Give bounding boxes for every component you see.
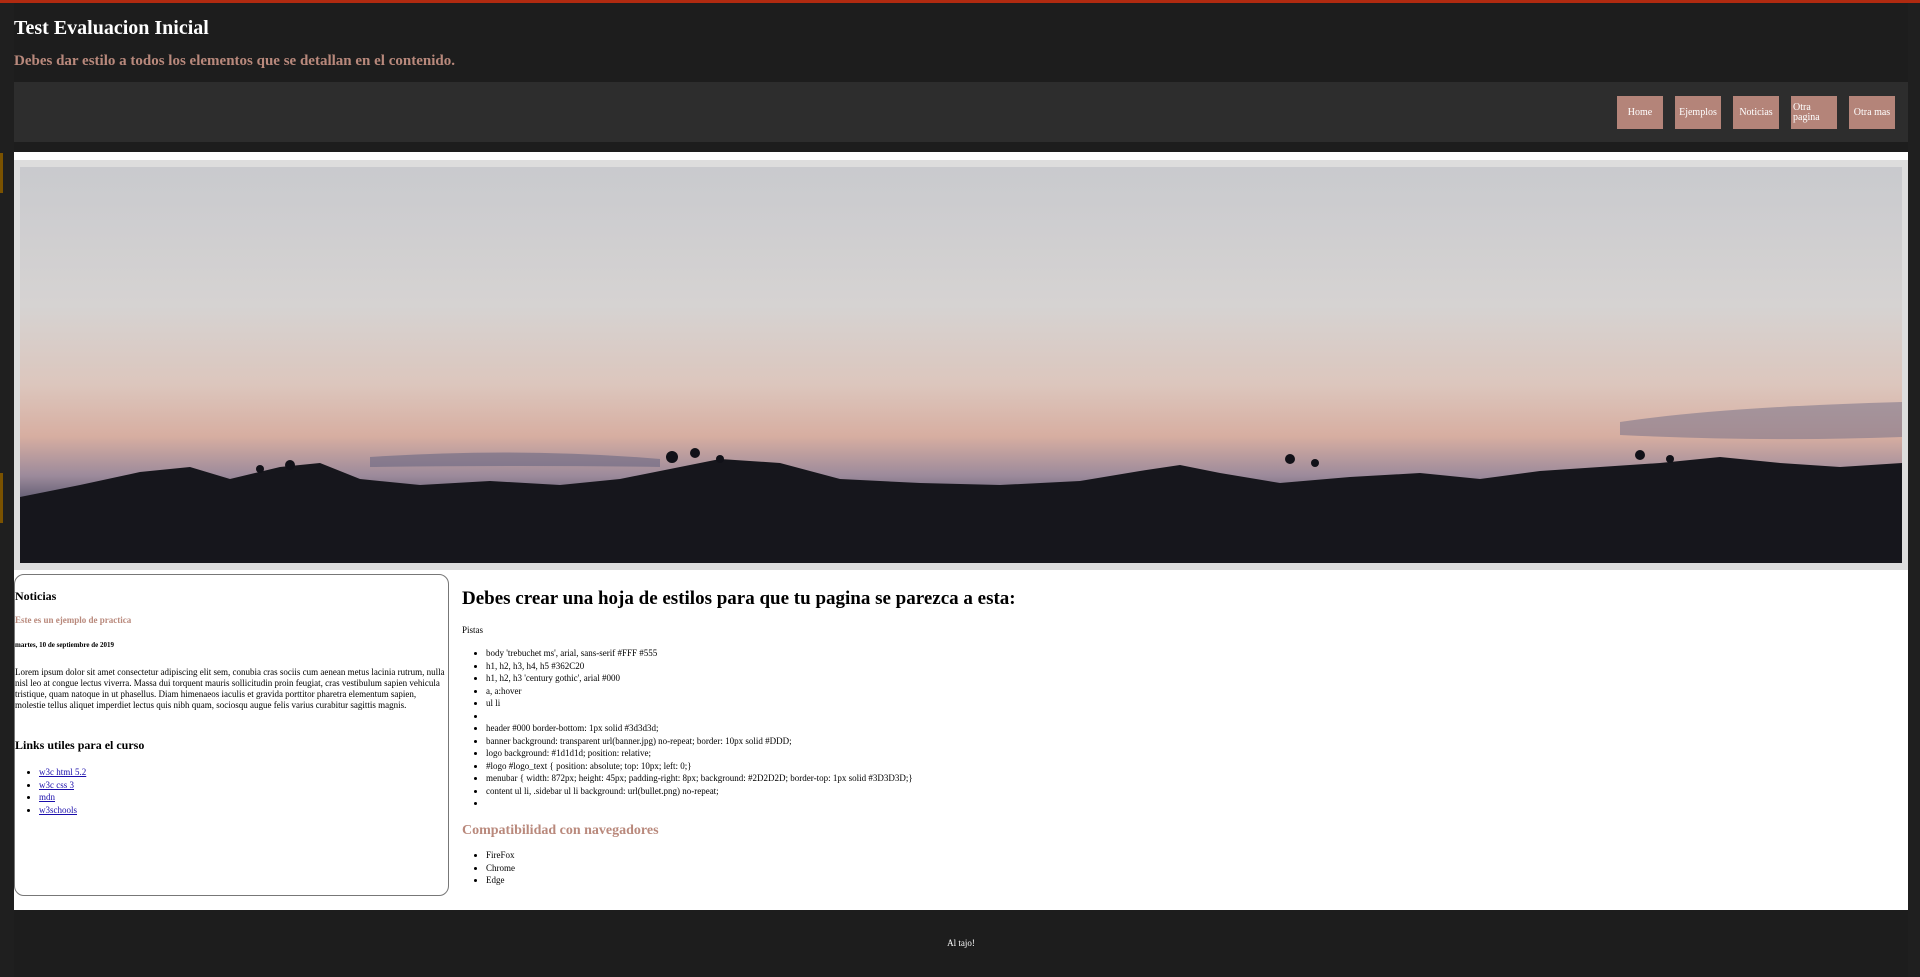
edge-mark (0, 473, 3, 523)
menu-item-noticias[interactable]: Noticias (1733, 96, 1779, 129)
list-item: #logo #logo_text { position: absolute; t… (486, 760, 913, 773)
list-item: Chrome (486, 862, 515, 875)
list-item: h1, h2, h3, h4, h5 #362C20 (486, 660, 913, 673)
site-footer: Al tajo! (14, 910, 1908, 977)
site-title: Test Evaluacion Inicial (14, 17, 209, 39)
list-item: ul li (486, 697, 913, 710)
news-body: Lorem ipsum dolor sit amet consectetur a… (15, 667, 445, 710)
link-w3c-html[interactable]: w3c html 5.2 (39, 767, 86, 777)
link-w3c-css[interactable]: w3c css 3 (39, 780, 74, 790)
hints-list: body 'trebuchet ms', arial, sans-serif #… (462, 647, 913, 810)
list-item: body 'trebuchet ms', arial, sans-serif #… (486, 647, 913, 660)
sidebar-heading: Noticias (15, 589, 57, 603)
edge-mark (0, 153, 3, 193)
list-item: banner background: transparent url(banne… (486, 735, 913, 748)
list-item (486, 710, 913, 723)
page-wrapper: Test Evaluacion Inicial Debes dar estilo… (14, 3, 1908, 977)
main-menu: Home Ejemplos Noticias Otra pagina Otra … (1617, 96, 1895, 129)
list-item: menubar { width: 872px; height: 45px; pa… (486, 772, 913, 785)
footer-text: Al tajo! (947, 938, 975, 948)
list-item: h1, h2, h3 'century gothic', arial #000 (486, 672, 913, 685)
link-mdn[interactable]: mdn (39, 792, 55, 802)
list-item: a, a:hover (486, 685, 913, 698)
list-item: w3schools (39, 804, 86, 817)
menu-item-home[interactable]: Home (1617, 96, 1663, 129)
left-edge-strip (0, 3, 14, 977)
menu-item-ejemplos[interactable]: Ejemplos (1675, 96, 1721, 129)
banner-sunset-image (20, 167, 1902, 563)
link-w3schools[interactable]: w3schools (39, 805, 77, 815)
hints-label: Pistas (462, 625, 484, 635)
list-item: w3c css 3 (39, 779, 86, 792)
main-content: Debes crear una hoja de estilos para que… (462, 574, 1862, 894)
content-heading: Debes crear una hoja de estilos para que… (462, 588, 1016, 609)
news-title: Este es un ejemplo de practica (15, 615, 132, 625)
sidebar: Noticias Este es un ejemplo de practica … (14, 574, 449, 896)
menu-item-otra-pagina[interactable]: Otra pagina (1791, 96, 1837, 129)
site-subtitle: Debes dar estilo a todos los elementos q… (14, 53, 455, 69)
list-item: w3c html 5.2 (39, 766, 86, 779)
links-heading: Links utiles para el curso (15, 738, 145, 752)
banner (14, 160, 1908, 570)
list-item: header #000 border-bottom: 1px solid #3d… (486, 722, 913, 735)
browsers-list: FireFox Chrome Edge (462, 849, 515, 887)
menu-item-otra-mas[interactable]: Otra mas (1849, 96, 1895, 129)
list-item: mdn (39, 791, 86, 804)
links-list: w3c html 5.2 w3c css 3 mdn w3schools (15, 766, 86, 816)
news-date: martes, 10 de septiembre de 2019 (15, 641, 115, 649)
site-header: Test Evaluacion Inicial Debes dar estilo… (14, 3, 1908, 152)
compat-heading: Compatibilidad con navegadores (462, 823, 659, 838)
list-item (486, 797, 913, 810)
list-item: content ul li, .sidebar ul li background… (486, 785, 913, 798)
list-item: FireFox (486, 849, 515, 862)
list-item: Edge (486, 874, 515, 887)
menubar: Home Ejemplos Noticias Otra pagina Otra … (14, 82, 1908, 142)
list-item: logo background: #1d1d1d; position: rela… (486, 747, 913, 760)
